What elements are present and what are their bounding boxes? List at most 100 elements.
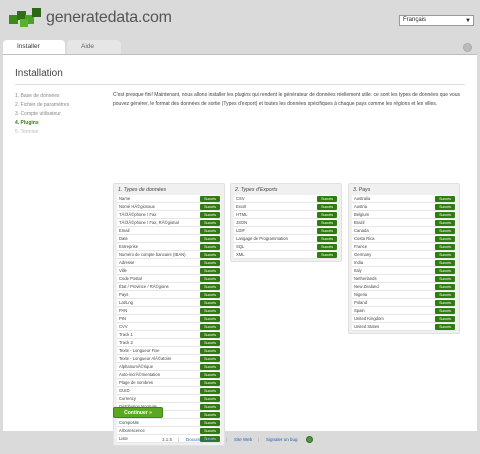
language-select-value: Français [403,17,427,23]
plugin-name: Track 1 [119,332,133,337]
status-badge: Succès [435,196,455,202]
status-badge: Succès [200,340,220,346]
status-badge: Succès [435,236,455,242]
plugin-name: GUID [119,388,130,393]
report-bug-link[interactable]: Signaler un bug [266,433,298,447]
plugin-name: Germany [354,252,372,257]
plugin-name: SQL [236,244,245,249]
plugin-row: TÃ©lÃ©phone / Fax, RÃ©gional Succès [117,219,221,227]
plugin-row: HTML Succès [234,211,338,219]
step-list: 1. Base de données 2. Fichier de paramèt… [15,92,105,137]
status-badge: Succès [317,252,337,258]
export-types-column: 2. Types d'Exports CSV Succès Excel Succès HT… [230,183,342,262]
plugin-name: CVV [119,324,128,329]
status-badge: Succès [317,244,337,250]
status-badge: Succès [200,196,220,202]
status-badge: Succès [317,220,337,226]
plugin-name: Nigeria [354,292,368,297]
divider [15,84,465,85]
status-badge: Succès [200,396,220,402]
plugin-row: Belgium Succès [352,211,456,219]
plugin-name: Excel [236,204,247,209]
plugin-row: Track 1 Succès [117,331,221,339]
plugin-row: PAN Succès [117,307,221,315]
main-panel: Installation 1. Base de données 2. Fichi… [3,54,477,446]
status-badge: Succès [200,324,220,330]
status-badge: Succès [200,420,220,426]
documentation-link[interactable]: Documentation [186,433,216,447]
plugin-name: Austria [354,204,368,209]
settings-icon[interactable] [463,43,472,52]
status-badge: Succès [200,364,220,370]
status-badge: Succès [435,292,455,298]
plugin-name: Spain [354,308,365,313]
plugin-name: Track 2 [119,340,133,345]
plugin-name: Name [119,196,131,201]
status-badge: Succès [200,244,220,250]
plugin-row: Numéro de compte bancaire (IBAN) Succès [117,251,221,259]
plugin-row: Texte - Longueur AlÃ©atoire Succès [117,355,221,363]
language-select[interactable]: Français ▼ [399,15,474,26]
plugin-name: India [354,260,364,265]
plugin-row: Date Succès [117,235,221,243]
plugin-row: PIN Succès [117,315,221,323]
plugin-name: Code Postal [119,276,142,281]
status-badge: Succès [200,292,220,298]
plugin-name: United Kingdom [354,316,384,321]
status-badge: Succès [435,316,455,322]
plugin-name: Australia [354,196,371,201]
tab-aide[interactable]: Aide [67,40,121,54]
status-badge: Succès [435,284,455,290]
plugin-name: Auto-incrÃ©mentation [119,372,161,377]
plugin-name: JSON [236,220,248,225]
plugin-name: Numéro de compte bancaire (IBAN) [119,252,186,257]
plugin-row: Plage de nombres Succès [117,379,221,387]
plugin-row: Track 2 Succès [117,339,221,347]
status-badge: Succès [200,300,220,306]
plugin-row: Texte - Longueur Fixe Succès [117,347,221,355]
separator: | [178,437,180,442]
plugin-row: JSON Succès [234,219,338,227]
plugin-row: Nigeria Succès [352,291,456,299]
plugin-row: Email Succès [117,227,221,235]
plugin-name: PIN [119,316,126,321]
plugin-name: Netherlands [354,276,377,281]
status-badge: Succès [200,228,220,234]
status-badge: Succès [435,260,455,266]
brand-name[interactable]: generatedata.com [46,9,172,27]
plugin-name: Adresse [119,260,135,265]
plugin-name: Langage de Programmation [236,236,288,241]
logo-cubes-icon [9,8,41,27]
plugin-name: XML [236,252,245,257]
version-label: 3.1.5 [162,437,173,442]
plugin-row: Adresse Succès [117,259,221,267]
separator: | [226,437,228,442]
plugin-name: Lat/Lng [119,300,133,305]
status-badge: Succès [200,332,220,338]
step-item: 5. Terminé [15,129,39,135]
continue-button[interactable]: Continuer » [113,407,163,418]
plugin-name: Belgium [354,212,370,217]
plugin-name: New Zealand [354,284,379,289]
plugin-row: France Succès [352,243,456,251]
plugin-name: LDIF [236,228,246,233]
plugin-row: India Succès [352,259,456,267]
separator: | [258,437,260,442]
plugin-row: Italy Succès [352,267,456,275]
plugin-name: Nomé HÃ©gionaux [119,204,155,209]
status-badge: Succès [435,324,455,330]
tab-installer[interactable]: Installer [3,40,65,54]
website-link[interactable]: Site Web [234,433,252,447]
status-badge: Succès [200,236,220,242]
plugin-row: CSV Succès [234,195,338,203]
plugin-row: Auto-incrÃ©mentation Succès [117,371,221,379]
status-badge: Succès [200,412,220,418]
plugin-row: Netherlands Succès [352,275,456,283]
status-badge: Succès [200,284,220,290]
status-badge: Succès [200,204,220,210]
status-badge: Succès [435,228,455,234]
step-item: 3. Compte utilisateur [15,111,61,117]
plugin-row: Nomé HÃ©gionaux Succès [117,203,221,211]
status-badge: Succès [200,276,220,282]
plugin-name: United States [354,324,380,329]
